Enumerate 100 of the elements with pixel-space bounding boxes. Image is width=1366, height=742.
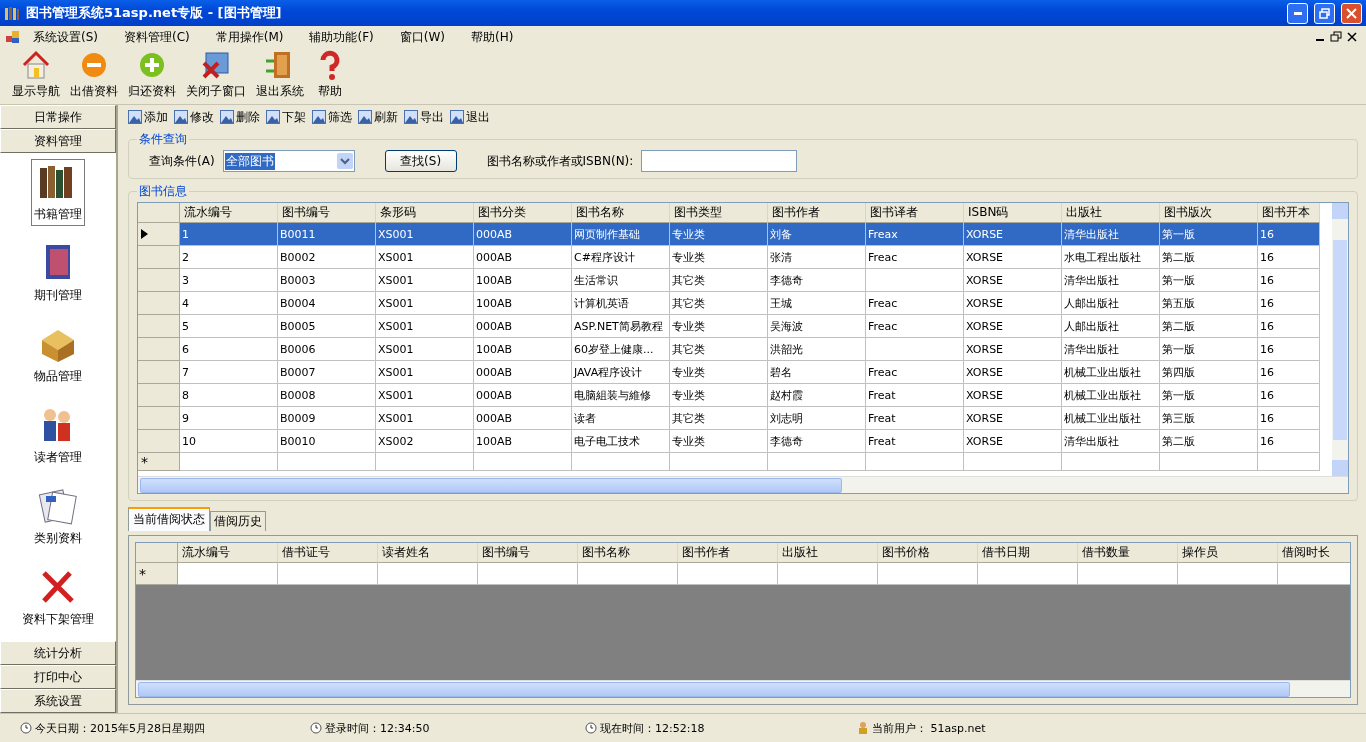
column-header[interactable]: 流水编号: [178, 543, 278, 563]
table-cell: 16: [1258, 315, 1320, 338]
sidebar-item[interactable]: 书籍管理: [31, 159, 85, 226]
table-cell: 机械工业出版社: [1062, 384, 1160, 407]
table-cell: 人邮出版社: [1062, 292, 1160, 315]
column-header[interactable]: 条形码: [376, 203, 474, 223]
action-button[interactable]: 导出: [404, 108, 444, 126]
table-cell: 8: [180, 384, 278, 407]
sidebar-section-button[interactable]: 日常操作: [0, 105, 116, 129]
table-cell: B0005: [278, 315, 376, 338]
row-header[interactable]: [138, 223, 180, 246]
table-cell: 5: [180, 315, 278, 338]
action-button[interactable]: 刷新: [358, 108, 398, 126]
column-header[interactable]: 图书译者: [866, 203, 964, 223]
status-text: 登录时间：12:34:50: [310, 720, 585, 736]
table-cell: 刘备: [768, 223, 866, 246]
action-button[interactable]: 删除: [220, 108, 260, 126]
toolbar-button[interactable]: 关闭子窗口: [184, 49, 248, 100]
column-header[interactable]: 操作员: [1178, 543, 1278, 563]
table-cell: 洪韶光: [768, 338, 866, 361]
image-icon: [174, 110, 188, 124]
action-button[interactable]: 下架: [266, 108, 306, 126]
column-header[interactable]: 图书名称: [578, 543, 678, 563]
column-header[interactable]: 图书版次: [1160, 203, 1258, 223]
search-button[interactable]: 查找(S): [384, 150, 457, 172]
column-header[interactable]: 借阅时长: [1278, 543, 1350, 563]
sidebar-item[interactable]: 读者管理: [31, 402, 85, 469]
column-header[interactable]: 图书编号: [278, 203, 376, 223]
status-text: 今天日期：2015年5月28日星期四: [20, 720, 310, 736]
column-header[interactable]: 图书价格: [878, 543, 978, 563]
table-cell: 网页制作基础: [572, 223, 670, 246]
table-cell: 第二版: [1160, 315, 1258, 338]
maximize-button[interactable]: [1314, 2, 1335, 24]
column-header[interactable]: 图书作者: [678, 543, 778, 563]
sidebar-section-button[interactable]: 资料管理: [0, 129, 116, 153]
table-cell: 专业类: [670, 430, 768, 453]
keyword-field[interactable]: [641, 150, 798, 172]
toolbar-button[interactable]: 归还资料: [126, 49, 178, 100]
close-button[interactable]: [1341, 2, 1362, 24]
tab[interactable]: 借阅历史: [210, 511, 266, 531]
table-cell: 000AB: [474, 361, 572, 384]
table-cell: B0010: [278, 430, 376, 453]
minimize-icon: [1316, 39, 1324, 41]
image-icon: [266, 110, 280, 124]
column-header[interactable]: ISBN码: [964, 203, 1062, 223]
action-button[interactable]: 筛选: [312, 108, 352, 126]
toolbar-button[interactable]: 显示导航: [10, 49, 62, 100]
sidebar-item[interactable]: 期刊管理: [31, 240, 85, 307]
toolbar-button[interactable]: 出借资料: [68, 49, 120, 100]
column-header[interactable]: 借书日期: [978, 543, 1078, 563]
column-header[interactable]: 出版社: [778, 543, 878, 563]
table-cell: 其它类: [670, 269, 768, 292]
table-cell: XS001: [376, 384, 474, 407]
sidebar-item[interactable]: 类别资料: [31, 483, 85, 550]
menu-item[interactable]: 资料管理(C): [111, 28, 203, 46]
image-icon: [128, 110, 142, 124]
tab[interactable]: 当前借阅状态: [128, 507, 210, 531]
menu-item[interactable]: 帮助(H): [457, 28, 527, 46]
column-header[interactable]: 借书证号: [278, 543, 378, 563]
condition-dropdown[interactable]: 全部图书: [222, 150, 355, 172]
column-header[interactable]: 读者姓名: [378, 543, 478, 563]
minimize-button[interactable]: [1287, 2, 1308, 24]
current-row-icon: [141, 229, 148, 239]
table-cell: Freat: [866, 430, 964, 453]
menu-item[interactable]: 常用操作(M): [202, 28, 297, 46]
toolbar-button[interactable]: 帮助: [312, 49, 348, 100]
action-button[interactable]: 添加: [128, 108, 168, 126]
table-cell: 16: [1258, 338, 1320, 361]
sidebar-section-button[interactable]: 打印中心: [0, 665, 116, 689]
column-header[interactable]: 图书开本: [1258, 203, 1320, 223]
column-header[interactable]: 图书作者: [768, 203, 866, 223]
action-button[interactable]: 修改: [174, 108, 214, 126]
table-cell: Freax: [866, 223, 964, 246]
column-header[interactable]: 图书类型: [670, 203, 768, 223]
column-header[interactable]: 图书编号: [478, 543, 578, 563]
sidebar-section-button[interactable]: 统计分析: [0, 641, 116, 665]
menu-item[interactable]: 窗口(W): [386, 28, 458, 46]
table-cell: 清华出版社: [1062, 430, 1160, 453]
column-header[interactable]: 流水编号: [180, 203, 278, 223]
sidebar-section-button[interactable]: 系统设置: [0, 689, 116, 713]
table-cell: 000AB: [474, 407, 572, 430]
field-label: 图书名称或作者或ISBN(N):: [486, 152, 634, 170]
table-cell: 100AB: [474, 338, 572, 361]
clock-icon: [310, 722, 322, 734]
sidebar-item[interactable]: 物品管理: [31, 321, 85, 388]
vertical-scrollbar[interactable]: [1332, 203, 1348, 476]
horizontal-scrollbar[interactable]: [136, 680, 1350, 697]
column-header[interactable]: 图书分类: [474, 203, 572, 223]
menu-item[interactable]: 辅助功能(F): [296, 28, 387, 46]
column-header[interactable]: 图书名称: [572, 203, 670, 223]
menu-item[interactable]: 系统设置(S): [20, 28, 111, 46]
sidebar-item[interactable]: 资料下架管理: [19, 564, 97, 631]
table-cell: 000AB: [474, 246, 572, 269]
table-cell: XS001: [376, 269, 474, 292]
column-header[interactable]: 出版社: [1062, 203, 1160, 223]
table-cell: XORSE: [964, 384, 1062, 407]
horizontal-scrollbar[interactable]: [138, 476, 1348, 493]
action-button[interactable]: 退出: [450, 108, 490, 126]
column-header[interactable]: 借书数量: [1078, 543, 1178, 563]
toolbar-button[interactable]: 退出系统: [254, 49, 306, 100]
